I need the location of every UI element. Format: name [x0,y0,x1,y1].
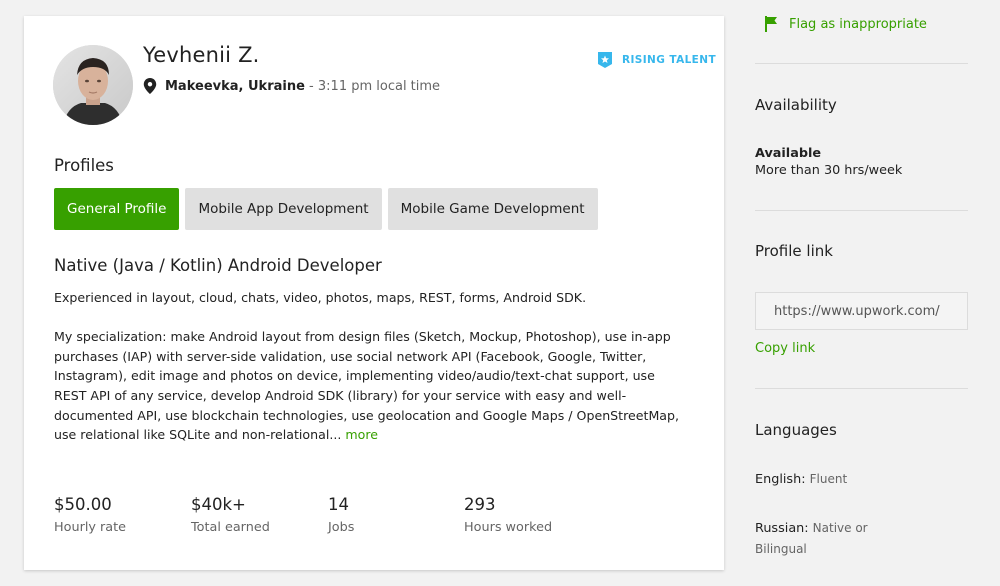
profile-title: Native (Java / Kotlin) Android Developer [54,256,382,275]
stat-jobs: 14 Jobs [328,495,354,535]
profile-card: Yevhenii Z. Makeevka, Ukraine - 3:11 pm … [24,16,724,570]
language-item-russian: Russian: Native or Bilingual [755,518,895,560]
freelancer-name: Yevhenii Z. [143,43,260,67]
rising-talent-icon [598,52,612,68]
specialization-text: My specialization: make Android layout f… [54,329,680,443]
flag-icon [765,16,777,32]
location-line: Makeevka, Ukraine - 3:11 pm local time [143,78,440,94]
flag-label: Flag as inappropriate [789,16,927,32]
copy-link-button[interactable]: Copy link [755,341,815,356]
avatar-photo [53,45,133,125]
profile-tabs: General Profile Mobile App Development M… [54,188,598,230]
stat-hourly-rate: $50.00 Hourly rate [54,495,126,535]
description-summary: Experienced in layout, cloud, chats, vid… [54,290,587,305]
stat-label: Hours worked [464,520,553,535]
stat-value: $40k+ [191,495,246,514]
location-separator: - [304,78,318,94]
language-name: Russian: [755,521,809,536]
availability-hours: More than 30 hrs/week [755,163,903,178]
location-pin-icon [143,78,157,94]
tab-mobile-game-development[interactable]: Mobile Game Development [387,188,598,230]
rising-talent-badge: RISING TALENT [598,52,716,68]
stat-hours-worked: 293 Hours worked [464,495,552,535]
location-city: Makeevka, Ukraine [165,78,305,94]
flag-as-inappropriate-link[interactable]: Flag as inappropriate [765,16,927,32]
profile-description: Experienced in layout, cloud, chats, vid… [54,288,684,445]
stat-value: 293 [464,495,496,514]
avatar[interactable] [53,45,133,125]
stat-label: Total earned [191,520,270,535]
profile-link-input[interactable] [755,292,968,330]
availability-status: Available [755,146,822,161]
rising-talent-label: RISING TALENT [622,54,717,66]
tab-mobile-app-development[interactable]: Mobile App Development [185,188,382,230]
divider [755,388,968,389]
languages-heading: Languages [755,421,837,439]
divider [755,63,968,64]
availability-heading: Availability [755,96,837,114]
stat-label: Jobs [328,520,355,535]
language-level: Fluent [809,472,848,486]
language-name: English: [755,472,806,487]
stat-value: 14 [328,495,349,514]
description-specialization: My specialization: make Android layout f… [54,327,684,445]
tab-general-profile[interactable]: General Profile [54,188,180,230]
local-time: 3:11 pm local time [317,78,441,94]
more-link[interactable]: more [345,427,378,442]
stat-label: Hourly rate [54,520,127,535]
profiles-heading: Profiles [54,156,114,175]
profile-link-heading: Profile link [755,242,833,260]
divider [755,210,968,211]
stat-value: $50.00 [54,495,112,514]
stat-total-earned: $40k+ Total earned [191,495,270,535]
language-item-english: English: Fluent [755,469,895,490]
